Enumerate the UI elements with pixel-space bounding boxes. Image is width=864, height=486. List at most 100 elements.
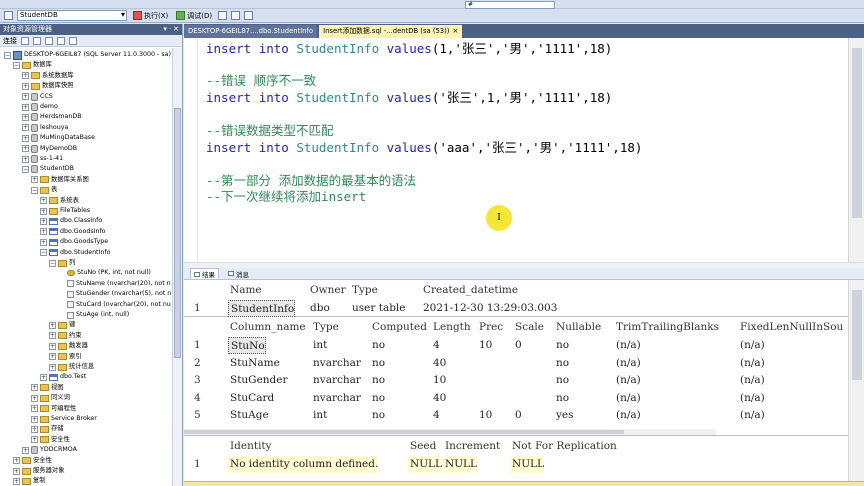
column-header[interactable]: Owner [308,282,346,299]
tree-node[interactable]: + 安全性 [13,456,52,466]
scrollbar-thumb[interactable] [184,430,624,434]
grid-cell[interactable]: no [370,337,385,354]
search-combo[interactable]: # [465,1,555,9]
expand-toggle-icon[interactable]: + [22,72,29,80]
grid-cell[interactable]: int [311,337,327,354]
expand-toggle-icon[interactable]: + [13,457,20,465]
grid-cell[interactable]: no [554,372,569,389]
connect-button[interactable]: 连接 [3,36,17,46]
grid-cell[interactable]: (n/a) [738,390,765,407]
close-icon[interactable]: × [452,25,458,38]
grid-cell[interactable] [477,390,479,407]
expand-toggle-icon[interactable]: − [13,61,20,69]
grid-cell[interactable]: StuCard [228,390,274,407]
tree-node[interactable]: + dbo.Test [40,372,86,382]
expand-toggle-icon[interactable]: + [22,113,29,121]
expand-toggle-icon[interactable]: + [31,405,38,413]
tree-node[interactable]: + 键 [49,320,75,330]
grid-cell[interactable]: 10 [477,337,492,354]
grid-cell[interactable]: no [370,372,385,389]
row-number[interactable]: 4 [192,390,201,407]
grid-cell[interactable]: dbo [308,300,330,317]
grid-cell[interactable]: (n/a) [614,372,641,389]
expand-toggle-icon[interactable]: + [22,93,29,101]
tree-node[interactable]: StuName (nvarchar(20), not n [58,279,171,289]
grid-cell[interactable]: (n/a) [738,355,765,372]
grid-cell[interactable]: nvarchar [311,372,361,389]
grid-cell[interactable]: 4 [431,337,440,354]
grid-horizontal-scrollbar[interactable] [184,429,716,435]
parse-icon[interactable] [231,11,241,20]
column-header[interactable]: Type [350,282,378,299]
grid-cell[interactable]: 40 [431,390,446,407]
insert-statement[interactable]: insert into StudentInfo values('aaa','张三… [206,140,642,155]
row-number[interactable]: 1 [192,300,201,317]
insert-statement[interactable]: insert into StudentInfo values('张三',1,'男… [206,90,612,105]
grid-cell[interactable]: yes [554,407,574,424]
expand-toggle-icon[interactable]: + [31,176,38,184]
filter-icon[interactable] [57,36,65,45]
grid-cell[interactable]: user table [350,300,406,317]
expand-toggle-icon[interactable]: + [22,82,29,90]
tree-node[interactable]: + 可编程性 [31,404,76,414]
sql-comment[interactable]: --错误 顺序不一致 [206,73,316,88]
expand-toggle-icon[interactable]: − [22,165,29,173]
sql-comment[interactable]: --错误数据类型不匹配 [206,123,334,138]
scrollbar-thumb[interactable] [174,108,181,358]
expand-toggle-icon[interactable]: + [40,238,47,246]
tree-node[interactable]: + dbo.GoodsInfo [40,227,106,237]
database-select[interactable]: StudentDB [17,10,127,21]
grid-cell[interactable] [477,372,479,389]
grid-cell[interactable]: (n/a) [738,372,765,389]
stop-icon[interactable] [45,36,53,45]
tree-node[interactable]: + Service Broker [31,414,97,424]
expand-toggle-icon[interactable]: + [40,228,47,236]
column-header[interactable]: TrimTrailingBlanks [614,319,719,336]
grid-cell[interactable]: No identity column defined. [228,456,379,473]
db-icon[interactable] [4,11,13,20]
tree-node[interactable]: + 数据库快照 [22,81,73,91]
expand-toggle-icon[interactable]: − [49,259,56,267]
row-number[interactable]: 1 [192,337,201,354]
tree-node[interactable]: + demo [22,102,58,112]
column-header[interactable]: Scale [513,319,544,336]
grid-cell[interactable]: int [311,407,327,424]
expand-toggle-icon[interactable]: + [13,477,20,485]
expand-toggle-icon[interactable]: + [31,436,38,444]
tree-node[interactable]: + YDDCRMOA [22,445,77,455]
expand-toggle-icon[interactable]: + [22,124,29,132]
expand-toggle-icon[interactable]: + [31,425,38,433]
grid-cell[interactable]: 4 [431,407,440,424]
grid-cell[interactable]: no [370,407,385,424]
row-number[interactable]: 2 [192,355,201,372]
expand-toggle-icon[interactable]: + [49,342,56,350]
expand-toggle-icon[interactable]: + [49,321,56,329]
tree-node[interactable]: − 列 [49,258,75,268]
expand-toggle-icon[interactable]: + [49,353,56,361]
expand-toggle-icon[interactable]: + [49,332,56,340]
tree-node[interactable]: + 数据库关系图 [31,175,89,185]
results-vertical-scrollbar[interactable] [848,280,864,486]
tree-node[interactable]: StuNo (PK, int, not null) [58,268,151,278]
editor-vertical-scrollbar[interactable] [848,38,864,262]
expand-toggle-icon[interactable]: + [40,373,47,381]
tree-node[interactable]: − dbo.StudentInfo [40,248,110,258]
grid-cell[interactable]: (n/a) [738,337,765,354]
column-header[interactable]: Increment [443,438,500,455]
column-header[interactable]: Seed [408,438,436,455]
plan-icon[interactable] [244,11,254,20]
tree-node[interactable]: + dbo.ClassInfo [40,216,102,226]
expand-toggle-icon[interactable]: + [31,394,38,402]
object-tree-scrollbar[interactable] [172,48,182,486]
query-editor[interactable]: insert into StudentInfo values(1,'张三','男… [184,38,848,262]
tab-results[interactable]: 结果 [190,268,219,279]
tree-node[interactable]: + dbo.GoodsType [40,237,108,247]
grid-cell[interactable]: no [370,355,385,372]
grid-cell[interactable]: StudentInfo [228,300,296,317]
expand-toggle-icon[interactable]: − [4,51,11,59]
scrollbar-thumb[interactable] [852,290,862,380]
expand-toggle-icon[interactable]: + [22,446,29,454]
tree-node[interactable]: + 系统数据库 [22,71,73,81]
grid-cell[interactable]: 40 [431,355,446,372]
tree-node[interactable]: StuGender (nvarchar(5), not n [58,289,171,299]
